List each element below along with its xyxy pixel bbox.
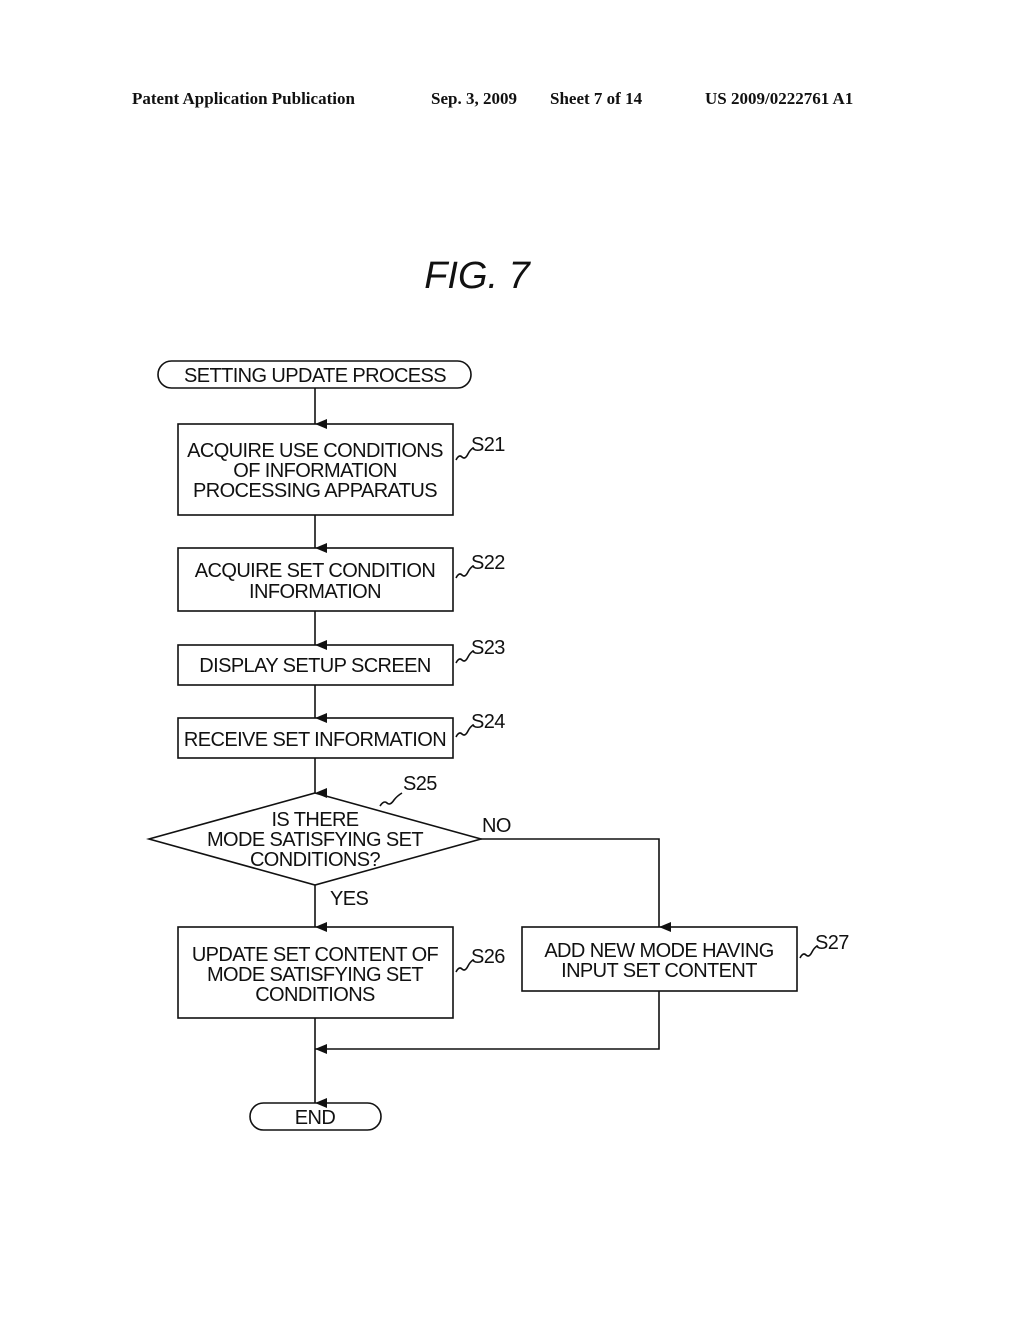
- step-id-s24: S24: [471, 711, 505, 733]
- step-s22-line-2: INFORMATION: [249, 581, 381, 603]
- flowchart: SETTING UPDATE PROCESS ACQUIRE USE CONDI…: [146, 360, 850, 1131]
- decision-line-2: MODE SATISFYING SET: [207, 829, 423, 851]
- start-label: SETTING UPDATE PROCESS: [184, 365, 446, 387]
- step-s21-line-2: OF INFORMATION: [233, 460, 396, 482]
- step-s21-line-3: PROCESSING APPARATUS: [193, 480, 437, 502]
- step-id-s25: S25: [403, 773, 437, 795]
- step-s21-line-1: ACQUIRE USE CONDITIONS: [187, 440, 443, 462]
- step-s27-line-2: INPUT SET CONTENT: [561, 960, 757, 982]
- step-id-s27: S27: [815, 932, 849, 954]
- step-s23-line-1: DISPLAY SETUP SCREEN: [199, 655, 430, 677]
- step-id-s26: S26: [471, 946, 505, 968]
- step-id-s22: S22: [471, 552, 505, 574]
- label-leader-s25: [379, 792, 403, 807]
- decision-line-1: IS THERE: [271, 809, 358, 831]
- step-s27-line-1: ADD NEW MODE HAVING: [544, 940, 773, 962]
- step-s26-line-1: UPDATE SET CONTENT OF: [192, 944, 439, 966]
- arrow-no: [481, 838, 671, 932]
- step-id-s21: S21: [471, 434, 505, 456]
- decision-yes-label: YES: [330, 888, 368, 910]
- end-label: END: [295, 1107, 336, 1129]
- step-s24-line-1: RECEIVE SET INFORMATION: [184, 729, 446, 751]
- step-s22-line-1: ACQUIRE SET CONDITION: [195, 560, 435, 582]
- step-s26-line-3: CONDITIONS: [255, 984, 375, 1006]
- merge-arrowhead: [315, 1044, 327, 1054]
- decision-line-3: CONDITIONS?: [250, 849, 381, 871]
- step-id-s23: S23: [471, 637, 505, 659]
- decision-no-label: NO: [482, 815, 511, 837]
- step-s26-line-2: MODE SATISFYING SET: [207, 964, 423, 986]
